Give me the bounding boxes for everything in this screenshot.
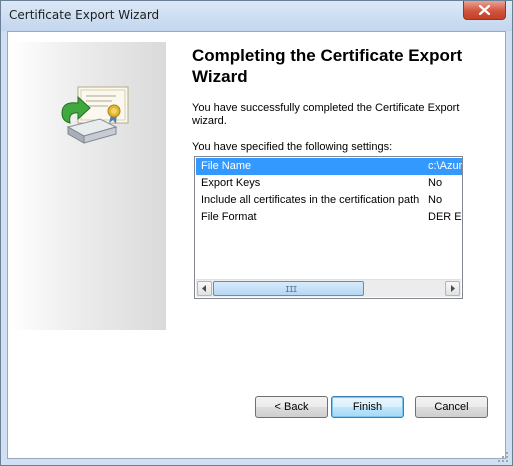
chevron-left-icon <box>202 285 206 292</box>
back-button[interactable]: < Back <box>255 396 328 418</box>
setting-name: Export Keys <box>201 177 261 189</box>
settings-list[interactable]: File Name c:\Azur Export Keys No Include… <box>194 156 463 299</box>
page-title: Completing the Certificate Export Wizard <box>192 46 463 86</box>
list-item[interactable]: Include all certificates in the certific… <box>196 192 462 209</box>
setting-value: No <box>428 194 443 206</box>
title-bar[interactable]: Certificate Export Wizard <box>1 1 512 31</box>
setting-value: No <box>428 177 443 189</box>
horizontal-scrollbar[interactable]: III <box>196 279 461 297</box>
setting-value: c:\Azur <box>428 160 462 172</box>
setting-name: File Format <box>201 211 257 223</box>
setting-value: DER En <box>428 211 462 223</box>
finish-button[interactable]: Finish <box>331 396 404 418</box>
chevron-right-icon <box>451 285 455 292</box>
settings-label: You have specified the following setting… <box>192 141 393 153</box>
scroll-grip: III <box>285 285 297 294</box>
scroll-right-button[interactable] <box>445 281 460 296</box>
setting-name: Include all certificates in the certific… <box>201 194 420 206</box>
completion-message: You have successfully completed the Cert… <box>192 102 460 127</box>
close-icon <box>479 5 490 15</box>
cancel-button[interactable]: Cancel <box>415 396 488 418</box>
list-item[interactable]: File Name c:\Azur <box>196 158 462 175</box>
close-button[interactable] <box>463 1 506 20</box>
setting-name: File Name <box>201 160 252 172</box>
scroll-left-button[interactable] <box>197 281 212 296</box>
list-item[interactable]: File Format DER En <box>196 209 462 226</box>
wizard-page: Completing the Certificate Export Wizard… <box>7 31 506 459</box>
certificate-export-icon <box>61 86 129 144</box>
wizard-window: Certificate Export Wizard Completing the… <box>0 0 513 466</box>
list-item[interactable]: Export Keys No <box>196 175 462 192</box>
resize-grip-icon[interactable] <box>497 451 509 463</box>
wizard-side-panel <box>9 42 166 330</box>
scroll-thumb[interactable]: III <box>213 281 364 296</box>
window-title: Certificate Export Wizard <box>9 8 160 22</box>
